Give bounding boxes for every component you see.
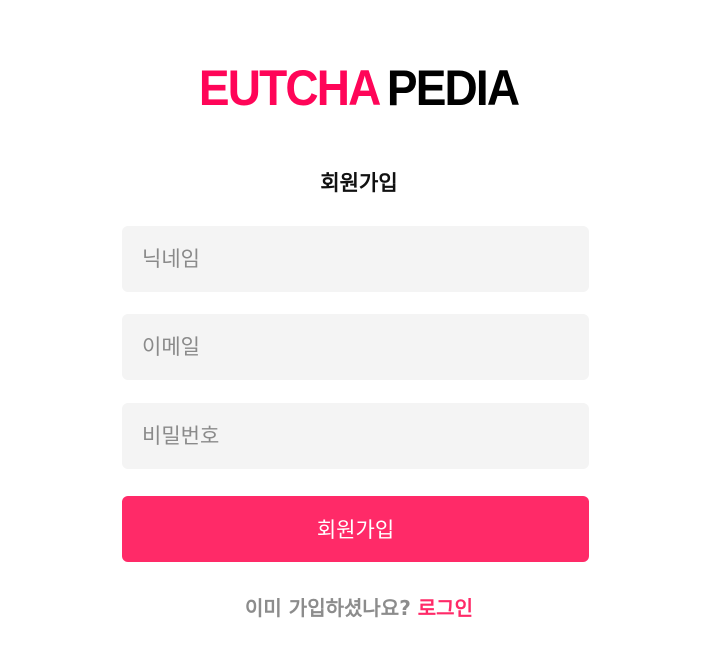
signup-button[interactable]: 회원가입 [122,496,589,562]
password-input[interactable] [122,403,589,469]
page-title: 회원가입 [320,171,398,195]
email-input[interactable] [122,314,589,380]
logo-accent-text: EUTCHA [199,60,381,116]
app-logo[interactable]: EUTCHA PEDIA [0,60,718,116]
login-prompt: 이미 가입하셨나요? 로그인 [0,592,718,624]
logo-rest-text: PEDIA [387,60,520,116]
logo-wordmark: EUTCHA PEDIA [199,60,520,116]
nickname-input[interactable] [122,226,589,292]
login-link[interactable]: 로그인 [418,596,473,620]
login-prompt-text: 이미 가입하셨나요? [245,596,411,620]
